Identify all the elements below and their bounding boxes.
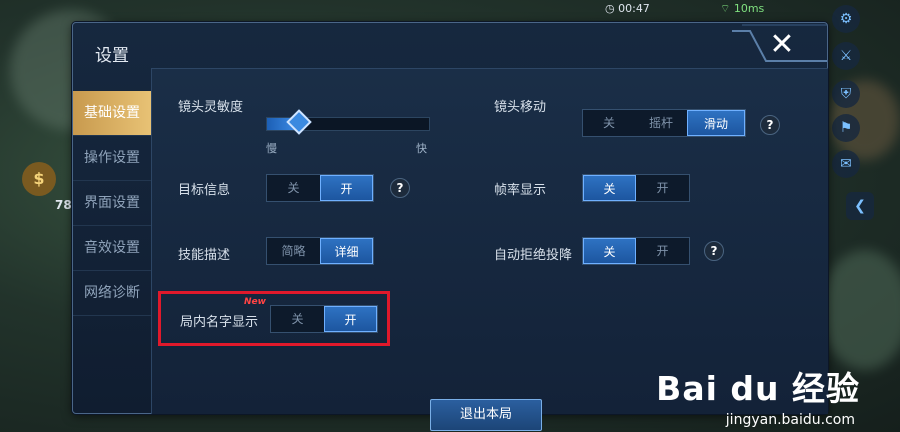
- chat-icon[interactable]: ✉: [832, 150, 860, 178]
- camera-move-option-swipe[interactable]: 滑动: [687, 110, 745, 136]
- sidebar-item-control-settings[interactable]: 操作设置: [73, 136, 151, 181]
- slider-min-label: 慢: [266, 142, 277, 155]
- sword-icon[interactable]: ⚔: [832, 42, 860, 70]
- background-terrain: [820, 250, 900, 370]
- gold-value: 78: [55, 198, 72, 212]
- camera-move-help-icon[interactable]: ?: [760, 115, 780, 135]
- new-badge: New: [244, 297, 266, 307]
- ping-value: 10ms: [733, 2, 765, 15]
- settings-panel: 设置 ✕ 基础设置 操作设置 界面设置 音效设置 网络诊断 镜头灵敏度 慢 快 …: [72, 22, 828, 431]
- camera-move-toggle: 关 摇杆 滑动: [582, 109, 746, 137]
- shield-icon[interactable]: ⛨: [832, 80, 860, 108]
- panel-title: 设置: [95, 46, 129, 66]
- target-info-label: 目标信息: [178, 183, 231, 198]
- target-info-toggle: 关 开: [266, 174, 374, 202]
- skill-description-toggle: 简略 详细: [266, 237, 374, 265]
- clock-time: 00:47: [618, 2, 650, 15]
- camera-sensitivity-slider[interactable]: [266, 109, 430, 135]
- wifi-icon: ⌔: [720, 2, 734, 15]
- auto-reject-surrender-option-on[interactable]: 开: [636, 238, 689, 264]
- baidu-watermark-logo: Bai du 经验: [656, 369, 860, 408]
- frame-rate-toggle: 关 开: [582, 174, 690, 202]
- slider-max-label: 快: [416, 142, 427, 155]
- camera-sensitivity-label: 镜头灵敏度: [178, 100, 244, 115]
- frame-rate-option-off[interactable]: 关: [583, 175, 636, 201]
- skill-description-option-detailed[interactable]: 详细: [320, 238, 373, 264]
- frame-rate-option-on[interactable]: 开: [636, 175, 689, 201]
- auto-reject-surrender-help-icon[interactable]: ?: [704, 241, 724, 261]
- skill-description-option-brief[interactable]: 简略: [267, 238, 320, 264]
- frame-rate-label: 帧率显示: [494, 183, 547, 198]
- gold-icon: $: [22, 162, 56, 196]
- exit-match-button[interactable]: 退出本局: [430, 399, 542, 431]
- baidu-watermark-url: jingyan.baidu.com: [725, 412, 855, 428]
- auto-reject-surrender-label: 自动拒绝投降: [494, 248, 573, 263]
- in-game-names-label: 局内名字显示: [180, 315, 259, 330]
- sidebar-item-interface-settings[interactable]: 界面设置: [73, 181, 151, 226]
- ping-display: ⌔ 10ms: [720, 2, 764, 16]
- clock-display: ◷ 00:47: [605, 2, 650, 15]
- flag-icon[interactable]: ⚑: [832, 114, 860, 142]
- clock-icon: ◷: [605, 2, 619, 15]
- slider-thumb[interactable]: [286, 109, 313, 135]
- camera-move-option-joystick[interactable]: 摇杆: [635, 110, 687, 136]
- in-game-names-option-off[interactable]: 关: [271, 306, 324, 332]
- skill-description-label: 技能描述: [178, 248, 231, 263]
- auto-reject-surrender-option-off[interactable]: 关: [583, 238, 636, 264]
- in-game-names-option-on[interactable]: 开: [324, 306, 377, 332]
- close-button[interactable]: ✕: [767, 30, 797, 60]
- camera-move-option-off[interactable]: 关: [583, 110, 635, 136]
- auto-reject-surrender-toggle: 关 开: [582, 237, 690, 265]
- gear-icon[interactable]: ⚙: [832, 5, 860, 33]
- in-game-names-toggle: 关 开: [270, 305, 378, 333]
- sidebar-item-network-diagnosis[interactable]: 网络诊断: [73, 271, 151, 316]
- target-info-help-icon[interactable]: ?: [390, 178, 410, 198]
- sidebar-item-basic-settings[interactable]: 基础设置: [73, 91, 151, 136]
- target-info-option-on[interactable]: 开: [320, 175, 373, 201]
- target-info-option-off[interactable]: 关: [267, 175, 320, 201]
- sidebar-item-sound-settings[interactable]: 音效设置: [73, 226, 151, 271]
- camera-move-label: 镜头移动: [494, 100, 547, 115]
- expand-arrow-icon[interactable]: ❮: [846, 192, 874, 220]
